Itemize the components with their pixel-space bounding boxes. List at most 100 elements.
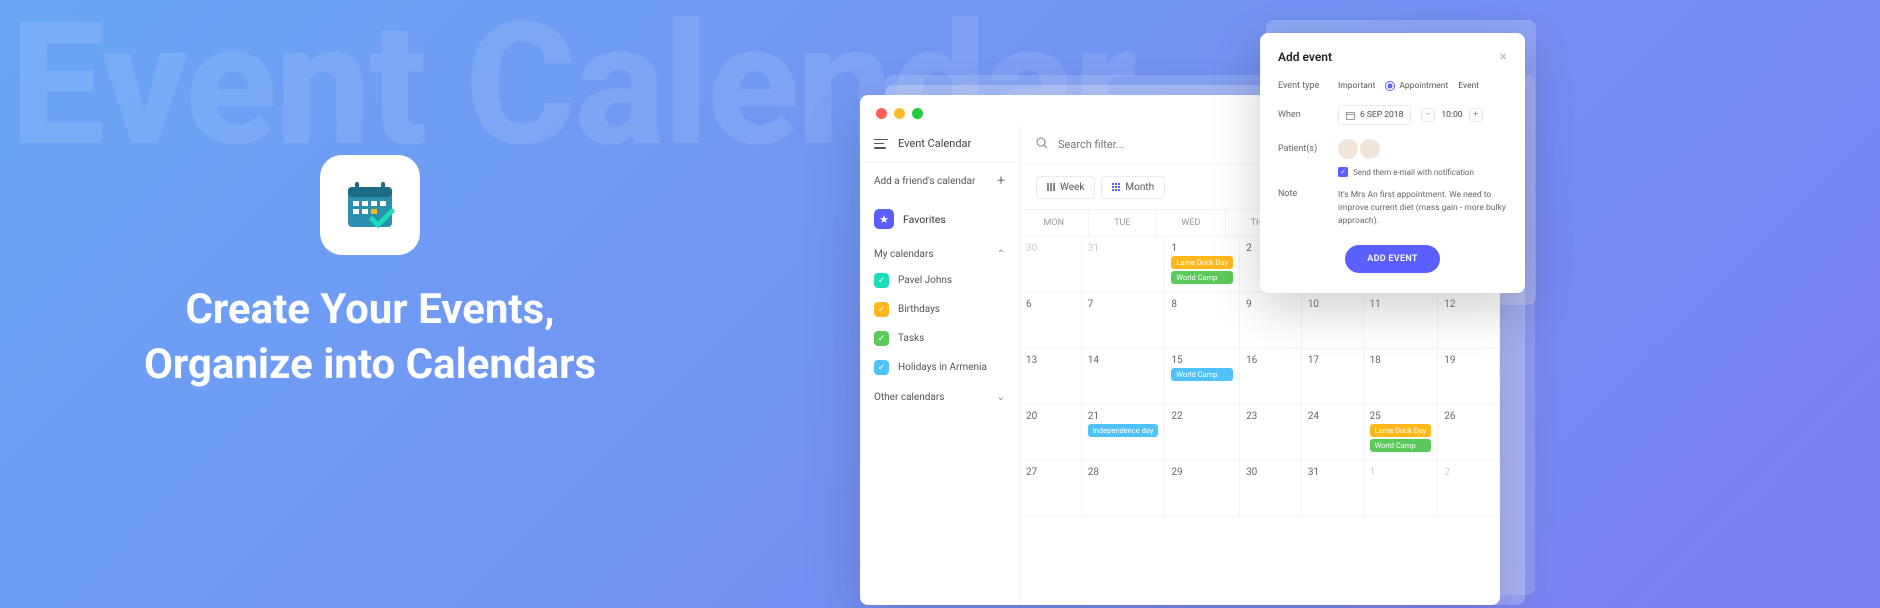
calendar-label: Tasks	[898, 333, 924, 344]
day-cell[interactable]: 18	[1364, 349, 1439, 405]
minimize-dot[interactable]	[894, 108, 905, 119]
maximize-dot[interactable]	[912, 108, 923, 119]
event-type-event[interactable]: Event	[1458, 81, 1479, 91]
date-picker[interactable]: 6 SEP 2018	[1338, 105, 1411, 125]
day-number: 25	[1370, 411, 1432, 422]
calendar-icon	[342, 177, 398, 233]
favorites-label: Favorites	[903, 213, 946, 226]
day-cell[interactable]: 24	[1302, 405, 1364, 461]
event-tag[interactable]: World Camp	[1171, 368, 1233, 381]
close-icon[interactable]: ×	[1500, 49, 1507, 65]
section-label: Other calendars	[874, 392, 944, 403]
note-text[interactable]: It's Mrs An first appointment. We need t…	[1338, 189, 1507, 227]
event-tag[interactable]: World Camp	[1171, 271, 1233, 284]
day-header: WED	[1157, 210, 1226, 237]
day-number: 7	[1088, 299, 1159, 310]
day-cell[interactable]: 21Independence day	[1082, 405, 1166, 461]
day-number: 19	[1444, 355, 1493, 366]
day-cell[interactable]: 15 World Camp	[1165, 349, 1240, 405]
day-cell[interactable]: 1	[1364, 461, 1439, 517]
patient-avatar[interactable]	[1360, 139, 1380, 159]
day-number: 23	[1246, 411, 1295, 422]
day-number: 14	[1088, 355, 1159, 366]
day-cell[interactable]: 28	[1082, 461, 1166, 517]
time-picker: − 10:00 +	[1421, 108, 1482, 122]
notify-checkbox-row[interactable]: ✓ Send them e-mail with notification	[1338, 167, 1507, 177]
day-number: 28	[1088, 467, 1159, 478]
date-value: 6 SEP 2018	[1360, 110, 1403, 120]
week-view-button[interactable]: Week	[1036, 176, 1095, 199]
event-tag[interactable]: World Camp	[1370, 439, 1432, 452]
time-decrement[interactable]: −	[1421, 108, 1435, 122]
day-cell[interactable]: 6	[1020, 293, 1082, 349]
day-number: 26	[1444, 411, 1493, 422]
time-value: 10:00	[1441, 110, 1462, 120]
calendar-icon	[1346, 111, 1355, 120]
week-label: Week	[1060, 182, 1084, 193]
day-cell[interactable]: 1Lame Duck DayWorld Camp	[1165, 237, 1240, 293]
add-friend-label: Add a friend's calendar	[874, 176, 975, 187]
menu-icon[interactable]	[874, 139, 888, 149]
favorites-row[interactable]: ★ Favorites	[860, 199, 1019, 239]
day-number: 8	[1171, 299, 1233, 310]
calendar-item[interactable]: ✓ Holidays in Armenia	[860, 353, 1019, 382]
day-number: 24	[1308, 411, 1357, 422]
day-cell[interactable]: 26	[1438, 405, 1500, 461]
day-cell[interactable]: 25 Lame Duck Day World Camp	[1364, 405, 1439, 461]
day-cell[interactable]: 31	[1082, 237, 1166, 293]
my-calendars-section[interactable]: My calendars ⌃	[860, 239, 1019, 266]
section-label: My calendars	[874, 249, 934, 260]
add-friend-calendar[interactable]: Add a friend's calendar +	[860, 162, 1019, 199]
day-number: 15	[1171, 355, 1233, 366]
day-number: 17	[1308, 355, 1357, 366]
event-type-appointment[interactable]: Appointment	[1385, 81, 1448, 91]
day-cell[interactable]: 30	[1240, 461, 1302, 517]
day-cell[interactable]: 14	[1082, 349, 1166, 405]
grid-icon	[1112, 183, 1120, 191]
day-cell[interactable]: 20	[1020, 405, 1082, 461]
when-label: When	[1278, 110, 1338, 120]
patient-avatar[interactable]	[1338, 139, 1358, 159]
event-type-label: Event type	[1278, 81, 1338, 91]
other-calendars-section[interactable]: Other calendars ⌄	[860, 382, 1019, 409]
event-type-important[interactable]: Important	[1338, 81, 1375, 91]
day-cell[interactable]: 8	[1165, 293, 1240, 349]
close-dot[interactable]	[876, 108, 887, 119]
day-number: 18	[1370, 355, 1432, 366]
day-cell[interactable]: 13	[1020, 349, 1082, 405]
month-view-button[interactable]: Month	[1101, 176, 1165, 199]
calendar-item[interactable]: ✓Pavel Johns	[860, 266, 1019, 295]
day-cell[interactable]: 31	[1302, 461, 1364, 517]
app-title: Event Calendar	[898, 137, 971, 150]
chevron-up-icon: ⌃	[997, 249, 1005, 260]
event-tag[interactable]: Independence day	[1088, 424, 1159, 437]
calendar-item[interactable]: ✓Tasks	[860, 324, 1019, 353]
day-cell[interactable]: 16	[1240, 349, 1302, 405]
calendar-label: Pavel Johns	[898, 275, 952, 286]
patients-label: Patient(s)	[1278, 144, 1338, 154]
add-event-button[interactable]: ADD EVENT	[1345, 245, 1439, 273]
search-icon	[1036, 137, 1048, 152]
day-number: 22	[1171, 411, 1233, 422]
day-cell[interactable]: 29	[1165, 461, 1240, 517]
day-cell[interactable]: 23	[1240, 405, 1302, 461]
day-number: 20	[1026, 411, 1075, 422]
day-cell[interactable]: 30	[1020, 237, 1082, 293]
day-number: 1	[1370, 467, 1432, 478]
event-tag[interactable]: Lame Duck Day	[1370, 424, 1432, 437]
day-cell[interactable]: 2	[1438, 461, 1500, 517]
day-header: TUE	[1089, 210, 1158, 237]
day-cell[interactable]: 27	[1020, 461, 1082, 517]
calendar-label: Holidays in Armenia	[898, 362, 987, 373]
day-number: 30	[1026, 243, 1075, 254]
event-tag[interactable]: Lame Duck Day	[1171, 256, 1233, 269]
calendar-item[interactable]: ✓Birthdays	[860, 295, 1019, 324]
day-cell[interactable]: 7	[1082, 293, 1166, 349]
checkbox-checked-icon: ✓	[1338, 167, 1348, 177]
day-cell[interactable]: 17	[1302, 349, 1364, 405]
checkbox-icon: ✓	[874, 360, 889, 375]
day-cell[interactable]: 22	[1165, 405, 1240, 461]
calendar-label: Birthdays	[898, 304, 940, 315]
time-increment[interactable]: +	[1469, 108, 1483, 122]
day-cell[interactable]: 19	[1438, 349, 1500, 405]
